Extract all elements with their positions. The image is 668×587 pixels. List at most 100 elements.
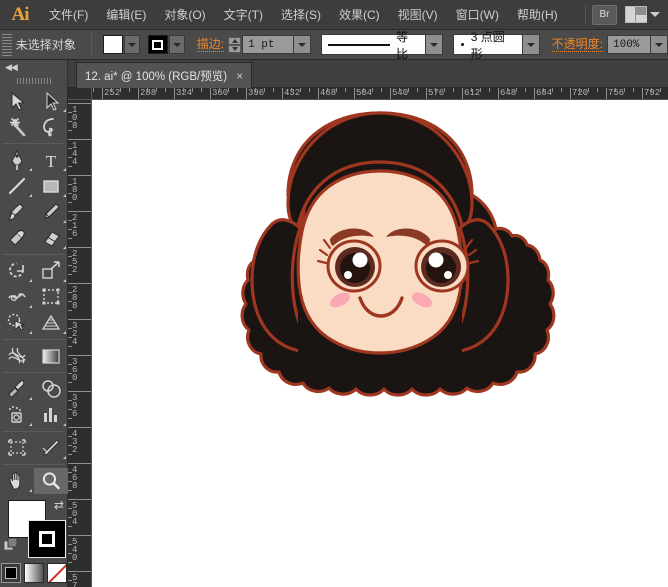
- ruler-tick-minor: [68, 382, 72, 383]
- ruler-tick-minor: [255, 88, 256, 92]
- mesh-tool-button[interactable]: [0, 343, 34, 369]
- ruler-tick-minor: [68, 166, 72, 167]
- stroke-swatch[interactable]: [148, 35, 168, 54]
- ruler-tick-major: [68, 211, 92, 212]
- menu-edit[interactable]: 编辑(E): [97, 0, 155, 30]
- menu-file[interactable]: 文件(F): [40, 0, 97, 30]
- brush-definition-combo[interactable]: 3 点圆形: [453, 34, 540, 55]
- menu-window[interactable]: 窗口(W): [447, 0, 508, 30]
- ruler-tick-minor: [68, 328, 72, 329]
- workspace-switcher[interactable]: [625, 6, 660, 23]
- menu-help[interactable]: 帮助(H): [508, 0, 567, 30]
- blend-tool-button[interactable]: [34, 376, 68, 402]
- shape-builder-tool-button[interactable]: [0, 310, 34, 336]
- stroke-label[interactable]: 描边:: [197, 37, 224, 52]
- width-profile-combo[interactable]: 等比: [321, 34, 443, 55]
- ruler-label: 216: [72, 214, 81, 238]
- ruler-label: 432: [284, 88, 300, 99]
- width-tool-icon: [6, 286, 28, 308]
- vertical-ruler[interactable]: 1081441802162522883243603964324685045405…: [68, 100, 92, 587]
- ruler-tick-minor: [516, 88, 517, 92]
- bridge-button[interactable]: Br: [592, 5, 617, 25]
- gradient-tool-button[interactable]: [34, 343, 68, 369]
- stroke-dropdown-button[interactable]: [169, 35, 185, 54]
- artboard-tool-icon: [6, 437, 28, 459]
- stepper-up-button[interactable]: [228, 37, 241, 45]
- tool-stroke-swatch[interactable]: [28, 520, 66, 558]
- width-profile-display[interactable]: 等比: [321, 34, 426, 55]
- line-segment-tool-button[interactable]: [0, 173, 34, 199]
- slice-tool-button[interactable]: [34, 435, 68, 461]
- color-mode-button[interactable]: [1, 563, 21, 583]
- fill-dropdown-button[interactable]: [124, 35, 140, 54]
- pen-tool-button[interactable]: [0, 147, 34, 173]
- scale-tool-button[interactable]: [34, 258, 68, 284]
- ruler-tick-minor: [93, 88, 94, 92]
- brush-definition-display[interactable]: 3 点圆形: [453, 34, 523, 55]
- eraser-tool-button[interactable]: [34, 225, 68, 251]
- artwork-cartoon-girl[interactable]: [92, 100, 668, 587]
- menu-view[interactable]: 视图(V): [389, 0, 447, 30]
- panel-collapse-button[interactable]: ◀◀: [0, 60, 68, 74]
- tool-group-indicator-icon: [29, 423, 32, 426]
- stroke-weight-stepper[interactable]: [228, 37, 241, 53]
- direct-selection-tool-button[interactable]: [34, 88, 68, 114]
- control-bar-grip[interactable]: [2, 34, 12, 56]
- menu-bar: Ai 文件(F) 编辑(E) 对象(O) 文字(T) 选择(S) 效果(C) 视…: [0, 0, 668, 30]
- rotate-tool-button[interactable]: [0, 258, 34, 284]
- artboard-tool-button[interactable]: [0, 435, 34, 461]
- stroke-color-control[interactable]: [148, 35, 185, 54]
- blob-brush-tool-button[interactable]: [0, 225, 34, 251]
- close-icon[interactable]: ×: [236, 69, 243, 83]
- default-fill-stroke-icon[interactable]: [4, 538, 18, 552]
- stroke-weight-input[interactable]: 1 pt: [242, 35, 294, 54]
- free-transform-tool-button[interactable]: [34, 284, 68, 310]
- hand-tool-button[interactable]: [0, 468, 34, 494]
- column-graph-tool-button[interactable]: [34, 402, 68, 428]
- ruler-corner[interactable]: [68, 88, 92, 100]
- opacity-label[interactable]: 不透明度:: [552, 37, 603, 52]
- tool-panel-grip[interactable]: [0, 74, 68, 88]
- document-tab[interactable]: 12. ai* @ 100% (RGB/预览) ×: [76, 62, 252, 88]
- perspective-grid-tool-button[interactable]: [34, 310, 68, 336]
- rectangle-tool-button[interactable]: [34, 173, 68, 199]
- paintbrush-tool-button[interactable]: [0, 199, 34, 225]
- symbol-sprayer-tool-button[interactable]: [0, 402, 34, 428]
- stepper-down-button[interactable]: [228, 45, 241, 53]
- magic-wand-tool-button[interactable]: [0, 114, 34, 140]
- ruler-tick-minor: [273, 88, 274, 92]
- menu-effect[interactable]: 效果(C): [330, 0, 389, 30]
- opacity-input[interactable]: 100%: [607, 35, 651, 54]
- eyedropper-tool-button[interactable]: [0, 376, 34, 402]
- pencil-tool-button[interactable]: [34, 199, 68, 225]
- brush-dot-icon: [461, 43, 464, 46]
- zoom-tool-button[interactable]: [34, 468, 68, 494]
- artboard-canvas[interactable]: [92, 100, 668, 587]
- horizontal-ruler[interactable]: 2522883243603964324685045405766126486847…: [92, 88, 668, 100]
- gradient-mode-button[interactable]: [24, 563, 44, 583]
- type-tool-button[interactable]: T: [34, 147, 68, 173]
- tool-group-indicator-icon: [29, 489, 32, 492]
- stroke-weight-dropdown[interactable]: [294, 35, 311, 54]
- width-tool-button[interactable]: [0, 284, 34, 310]
- swap-fill-stroke-icon[interactable]: ⇄: [54, 499, 64, 511]
- stroke-weight-combo[interactable]: 1 pt: [242, 35, 311, 54]
- ruler-tick-major: [606, 88, 607, 100]
- ruler-tick-minor: [399, 88, 400, 92]
- menu-object[interactable]: 对象(O): [155, 0, 214, 30]
- opacity-combo[interactable]: 100%: [607, 35, 668, 54]
- lasso-tool-button[interactable]: [34, 114, 68, 140]
- fill-swatch[interactable]: [103, 35, 123, 54]
- ruler-tick-minor: [68, 184, 72, 185]
- fill-stroke-widget: ⇄: [0, 498, 68, 560]
- width-profile-dropdown[interactable]: [426, 34, 443, 55]
- menu-select[interactable]: 选择(S): [272, 0, 330, 30]
- fill-control[interactable]: [103, 35, 140, 54]
- none-mode-button[interactable]: [47, 563, 67, 583]
- brush-definition-dropdown[interactable]: [523, 34, 540, 55]
- selection-tool-button[interactable]: [0, 88, 34, 114]
- menu-type[interactable]: 文字(T): [215, 0, 272, 30]
- opacity-dropdown[interactable]: [651, 35, 668, 54]
- ruler-tick-minor: [480, 88, 481, 92]
- ruler-tick-minor: [381, 88, 382, 92]
